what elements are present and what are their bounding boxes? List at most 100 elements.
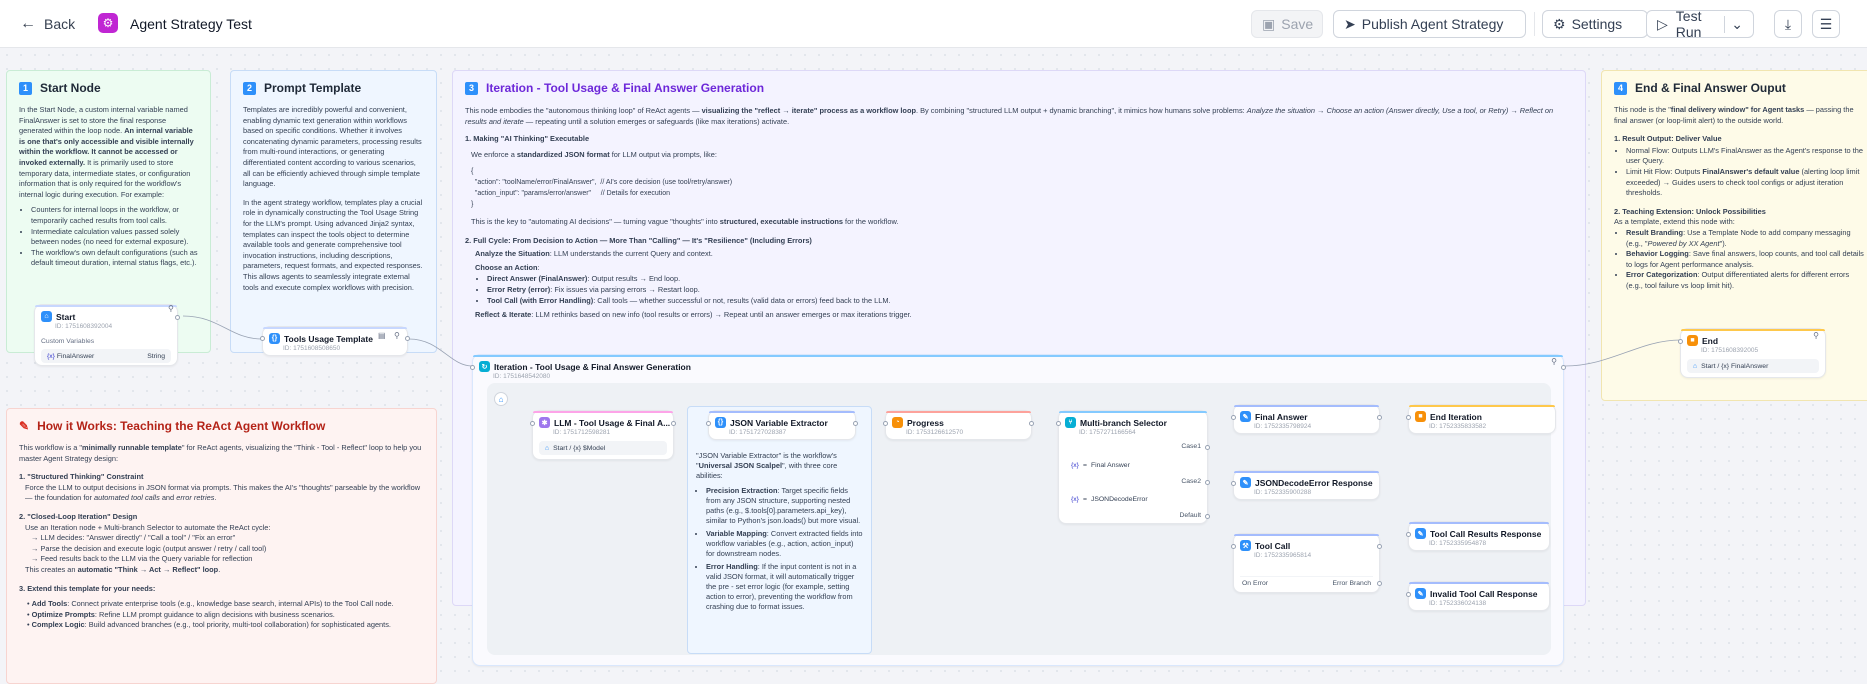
json-variable-extractor-node[interactable]: {} JSON Variable Extractor ID: 1751727028…	[706, 410, 858, 440]
output-handle[interactable]	[405, 336, 410, 341]
branch-icon: ⑂	[1065, 417, 1076, 428]
progress-icon: ◔	[892, 417, 903, 428]
input-handle[interactable]	[1231, 481, 1236, 486]
input-handle[interactable]	[706, 421, 711, 426]
node-title: Multi-branch Selector	[1080, 417, 1167, 428]
gear-icon: ⚙	[1553, 15, 1566, 32]
list-icon: ☰	[1819, 15, 1833, 32]
llm-node[interactable]: ✱ LLM - Tool Usage & Final A... ID: 17517…	[530, 410, 676, 460]
divider	[1240, 576, 1373, 577]
tool-call-results-response-node[interactable]: ✎ Tool Call Results Response ID: 17523359…	[1406, 521, 1550, 551]
jsondecodeerror-response-node[interactable]: ✎ JSONDecodeError Response ID: 1752335900…	[1231, 470, 1380, 500]
node-id: ID: 1751712598281	[553, 429, 611, 436]
input-handle[interactable]	[1678, 339, 1683, 344]
output-handle[interactable]	[1205, 514, 1210, 519]
code-icon: {}	[715, 417, 726, 428]
note-text-bold: Universal JSON Scalpel	[698, 461, 783, 470]
save-button[interactable]: ▣ Save	[1251, 10, 1323, 38]
input-handle[interactable]	[883, 421, 888, 426]
output-handle[interactable]	[1205, 480, 1210, 485]
input-handle[interactable]	[1406, 592, 1411, 597]
home-icon: ⌂	[545, 444, 550, 452]
node-id: ID: 1751608392004	[55, 323, 113, 330]
link-icon[interactable]: ⚲	[1813, 331, 1819, 340]
input-handle[interactable]	[1406, 415, 1411, 420]
note-json-extractor[interactable]: "JSON Variable Extractor" is the workflo…	[687, 406, 872, 654]
workflow-canvas[interactable]: 1 Start Node In the Start Node, a custom …	[0, 48, 1867, 684]
answer-icon: ✎	[1415, 588, 1426, 599]
node-title: LLM - Tool Usage & Final A...	[554, 417, 671, 428]
invalid-tool-call-response-node[interactable]: ✎ Invalid Tool Call Response ID: 17523360…	[1406, 581, 1550, 611]
node-id: ID: 1752335954878	[1429, 540, 1487, 547]
settings-button[interactable]: ⚙ Settings	[1542, 10, 1648, 38]
checklist-button[interactable]: ☰	[1812, 10, 1840, 38]
progress-node[interactable]: ◔ Progress ID: 1753126612570	[883, 410, 1034, 440]
input-handle[interactable]	[1231, 544, 1236, 549]
node-id: ID: 1753126612570	[906, 429, 964, 436]
chevron-down-icon[interactable]: ⌄	[1724, 15, 1743, 33]
case-label: Default	[1179, 512, 1201, 519]
input-handle[interactable]	[1056, 421, 1061, 426]
workflow-title: Agent Strategy Test	[130, 16, 252, 32]
node-id: ID: 1752335833582	[1429, 423, 1487, 430]
export-button[interactable]: ⤓	[1774, 10, 1802, 38]
output-handle[interactable]	[1377, 415, 1382, 420]
save-icon: ▣	[1262, 15, 1276, 32]
note-text-bold: Error Handling	[706, 562, 758, 571]
node-title: JSON Variable Extractor	[730, 417, 828, 428]
note-text-bold: Precision Extraction	[706, 486, 778, 495]
note-icon[interactable]: ▤	[378, 331, 386, 340]
node-title: JSONDecodeError Response	[1255, 477, 1373, 488]
test-run-button[interactable]: ▷ Test Run ⌄	[1646, 8, 1754, 40]
node-title: Invalid Tool Call Response	[1430, 588, 1538, 599]
iteration-container[interactable]: ↻ Iteration - Tool Usage & Final Answer G…	[470, 354, 1566, 666]
node-title: Final Answer	[1255, 411, 1308, 422]
list-item: Error Handling: If the input content is …	[706, 562, 863, 612]
variable-chip: Start / {x} $Model	[553, 444, 606, 452]
input-handle[interactable]	[1406, 532, 1411, 537]
variable-icon: {x}	[47, 352, 55, 360]
send-icon: ➤	[1344, 15, 1356, 32]
link-icon[interactable]: ⚲	[168, 304, 174, 313]
output-handle[interactable]	[1561, 365, 1566, 370]
output-handle[interactable]	[671, 421, 676, 426]
template-icon: {}	[269, 333, 280, 344]
stop-icon: ■	[1687, 335, 1698, 346]
end-iteration-node[interactable]: ■ End Iteration ID: 1752335833582	[1406, 404, 1556, 434]
error-label: On Error	[1242, 580, 1269, 587]
iteration-start-icon[interactable]: ⌂	[494, 392, 508, 406]
error-handle[interactable]	[1377, 581, 1382, 586]
answer-icon: ✎	[1240, 411, 1251, 422]
final-answer-node[interactable]: ✎ Final Answer ID: 1752335798924	[1231, 404, 1382, 434]
publish-agent-strategy-button[interactable]: ➤ Publish Agent Strategy	[1333, 10, 1526, 38]
output-handle[interactable]	[1029, 421, 1034, 426]
case-label: Case1	[1181, 443, 1201, 450]
condition-value: Final Answer	[1090, 461, 1130, 469]
output-handle[interactable]	[1377, 544, 1382, 549]
output-handle[interactable]	[175, 315, 180, 320]
edge	[1564, 339, 1681, 367]
node-id: ID: 1751727028387	[729, 429, 787, 436]
multi-branch-selector-node[interactable]: ⑂ Multi-branch Selector ID: 1757271166564…	[1056, 410, 1210, 524]
back-button[interactable]: ← Back	[20, 15, 75, 33]
output-handle[interactable]	[853, 421, 858, 426]
link-icon[interactable]: ⚲	[1551, 357, 1557, 366]
tool-call-node[interactable]: ⚒ Tool Call ID: 1752335965814 On Error Er…	[1231, 533, 1382, 593]
link-icon[interactable]: ⚲	[394, 331, 400, 340]
tools-usage-template-node[interactable]: {} Tools Usage Template ID: 1751608508650…	[260, 326, 410, 356]
end-node[interactable]: ■ End ID: 1751608392005 ⌂ Start / {x} Fina…	[1678, 328, 1826, 378]
edge	[408, 338, 473, 367]
input-handle[interactable]	[530, 421, 535, 426]
output-handle[interactable]	[1205, 445, 1210, 450]
input-handle[interactable]	[260, 336, 265, 341]
list-item: Variable Mapping: Convert extracted fiel…	[706, 529, 863, 559]
brain-icon: ✱	[539, 417, 550, 428]
start-node[interactable]: ⌂ Start ID: 1751608392004 Custom Variable…	[34, 304, 180, 366]
input-handle[interactable]	[1231, 415, 1236, 420]
variable-name: FinalAnswer	[56, 352, 95, 360]
input-handle[interactable]	[470, 365, 475, 370]
node-id: ID: 1752336024138	[1429, 600, 1487, 607]
download-icon: ⤓	[1784, 15, 1792, 32]
answer-icon: ✎	[1415, 528, 1426, 539]
node-title: Progress	[907, 417, 944, 428]
